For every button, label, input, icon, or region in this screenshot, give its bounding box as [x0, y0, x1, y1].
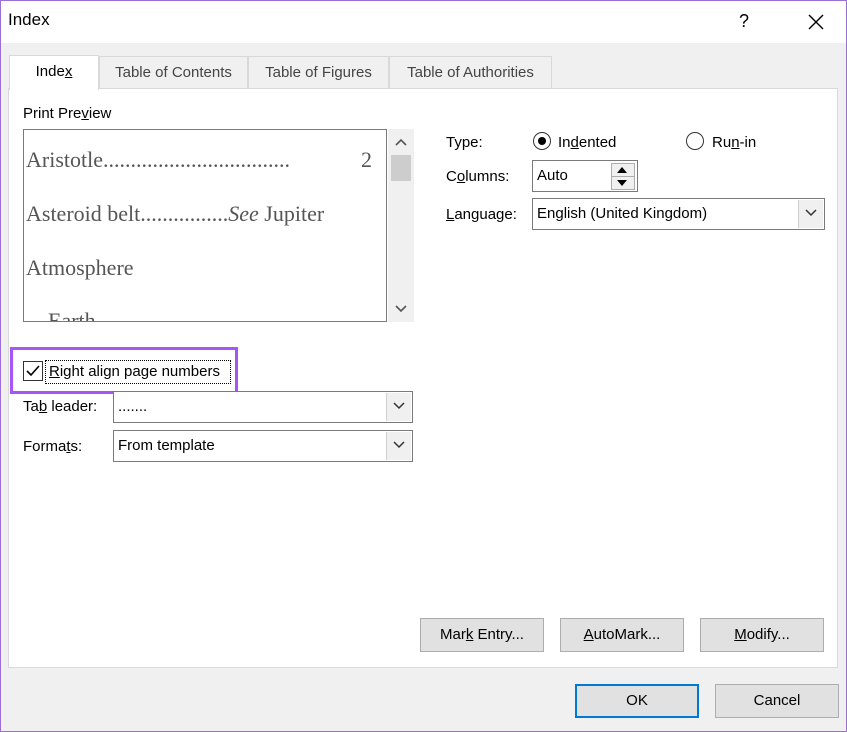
tab-index-label: Index	[35, 63, 73, 80]
scroll-up-icon[interactable]	[395, 138, 407, 146]
spin-up-icon	[617, 167, 627, 173]
title-bar: Index ?	[1, 1, 846, 43]
tab-table-of-contents[interactable]: Table of Contents	[99, 56, 248, 88]
print-preview-label: Print Preview	[23, 105, 112, 122]
spin-up-button[interactable]	[611, 163, 635, 177]
chevron-down-icon	[393, 402, 405, 410]
tab-table-of-authorities[interactable]: Table of Authorities	[389, 56, 552, 88]
modify-button[interactable]: Modify...	[700, 618, 824, 652]
formats-label: Formats:	[23, 438, 83, 455]
columns-label: Columns:	[446, 168, 510, 185]
tab-table-of-figures[interactable]: Table of Figures	[248, 56, 389, 88]
preview-entry-aristotle: Aristotle...............................…	[26, 147, 372, 172]
chevron-down-icon	[393, 441, 405, 449]
columns-value: Auto	[537, 167, 568, 184]
type-label: Type:	[446, 134, 483, 151]
formats-dropdown-button[interactable]	[386, 432, 411, 460]
preview-entry-earth: Earth	[48, 308, 96, 322]
right-align-label[interactable]: Right align page numbers	[49, 363, 220, 380]
formats-value: From template	[118, 437, 215, 454]
indented-label[interactable]: Indented	[558, 134, 616, 151]
run-in-label[interactable]: Run-in	[712, 134, 756, 151]
run-in-radio[interactable]	[686, 132, 704, 150]
tab-index[interactable]: Index	[9, 55, 99, 90]
indented-radio[interactable]	[533, 132, 551, 150]
radio-selected-dot	[538, 137, 546, 145]
automark-button[interactable]: AutoMark...	[560, 618, 684, 652]
dialog-title: Index	[8, 10, 50, 29]
language-select[interactable]: English (United Kingdom)	[532, 198, 825, 230]
tab-leader-label: Tab leader:	[23, 398, 98, 415]
spin-down-button[interactable]	[611, 176, 635, 190]
mark-entry-button[interactable]: Mark Entry...	[420, 618, 544, 652]
right-align-checkbox[interactable]	[23, 361, 43, 381]
scroll-down-icon[interactable]	[395, 305, 407, 313]
close-icon	[808, 14, 824, 30]
index-dialog: Index ? Index Table of Contents Table of…	[0, 0, 847, 732]
print-preview-box: Aristotle...............................…	[23, 129, 387, 322]
preview-entry-asteroid-belt: Asteroid belt................See Jupiter	[26, 201, 325, 226]
spin-down-icon	[617, 180, 627, 186]
language-dropdown-button[interactable]	[798, 200, 823, 228]
preview-scrollbar[interactable]	[388, 129, 414, 322]
close-button[interactable]	[801, 7, 831, 37]
language-label: Language:	[446, 206, 517, 223]
tab-leader-dropdown-button[interactable]	[386, 393, 411, 421]
help-button[interactable]: ?	[729, 7, 759, 37]
preview-entry-atmosphere: Atmosphere	[26, 255, 134, 280]
scroll-thumb[interactable]	[391, 155, 411, 181]
tab-leader-value: .......	[118, 398, 148, 415]
formats-select[interactable]: From template	[113, 430, 413, 462]
language-value: English (United Kingdom)	[537, 205, 708, 222]
columns-spinner[interactable]: Auto	[532, 160, 638, 192]
ok-button[interactable]: OK	[575, 684, 699, 718]
chevron-down-icon	[805, 209, 817, 217]
checkmark-icon	[26, 365, 40, 377]
cancel-button[interactable]: Cancel	[715, 684, 839, 718]
tab-leader-select[interactable]: .......	[113, 391, 413, 423]
